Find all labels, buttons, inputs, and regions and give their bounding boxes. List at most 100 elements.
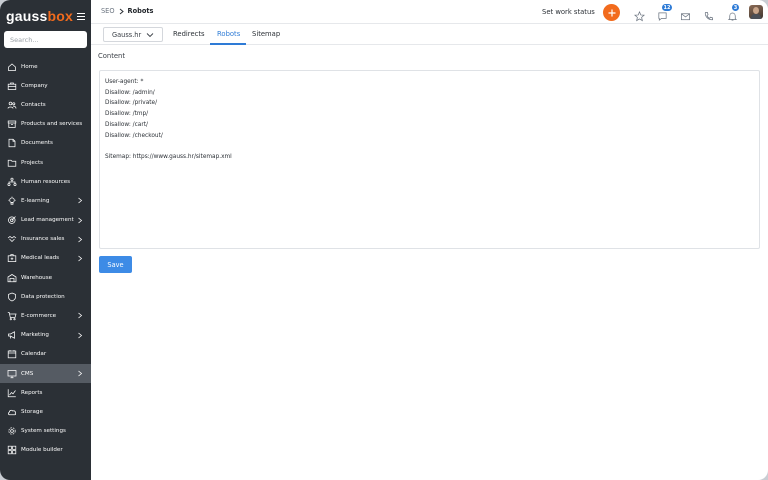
sidebar-item-label: Company — [21, 82, 48, 89]
sidebar-item-home[interactable]: Home — [0, 57, 91, 76]
sidebar-item-label: Storage — [21, 408, 43, 415]
sidebar-nav: Home Company Contacts Products and services… — [0, 57, 91, 460]
content-label: Content — [98, 52, 126, 60]
chart-line-icon — [7, 388, 17, 398]
sidebar-item-label: Lead management — [21, 217, 74, 224]
lightbulb-icon — [7, 196, 17, 206]
breadcrumb-parent[interactable]: SEO — [101, 7, 115, 15]
site-select[interactable]: Gauss.hr — [103, 27, 163, 42]
sidebar-item-label: Home — [21, 63, 38, 70]
tab-sitemap[interactable]: Sitemap — [252, 30, 280, 38]
calendar-icon — [7, 349, 17, 359]
chevron-down-icon — [146, 33, 154, 38]
chevron-right-icon[interactable] — [77, 197, 83, 204]
sidebar-item-label: Products and services — [21, 121, 83, 128]
breadcrumb-current: Robots — [127, 7, 154, 15]
sidebar-item-calendar[interactable]: Calendar — [0, 345, 91, 364]
sidebar-item-reports[interactable]: Reports — [0, 383, 91, 402]
sidebar-item-label: Projects — [21, 159, 44, 166]
sidebar-item-label: Insurance sales — [21, 236, 65, 243]
sidebar-item-warehouse[interactable]: Warehouse — [0, 268, 91, 287]
sidebar-item-marketing[interactable]: Marketing — [0, 326, 91, 345]
sidebar-item-e-commerce[interactable]: E-commerce — [0, 306, 91, 325]
sidebar-item-module-builder[interactable]: Module builder — [0, 441, 91, 460]
sidebar-item-documents[interactable]: Documents — [0, 134, 91, 153]
sidebar-item-system-settings[interactable]: System settings — [0, 422, 91, 441]
sidebar-item-medical-leads[interactable]: Medical leads — [0, 249, 91, 268]
sidebar-item-label: Warehouse — [21, 274, 53, 281]
logo-accent: box — [47, 8, 73, 24]
sidebar-item-projects[interactable]: Projects — [0, 153, 91, 172]
sidebar-item-label: Calendar — [21, 351, 47, 358]
tab-robots[interactable]: Robots — [217, 30, 240, 38]
menu-toggle-icon[interactable] — [77, 13, 85, 21]
cart-icon — [7, 311, 17, 321]
megaphone-icon — [7, 330, 17, 340]
save-button[interactable]: Save — [99, 256, 132, 273]
folder-icon — [7, 158, 17, 168]
sidebar-item-label: System settings — [21, 428, 66, 435]
breadcrumb: SEO Robots — [101, 7, 153, 15]
star-icon[interactable] — [634, 7, 645, 22]
handshake-icon — [7, 234, 17, 244]
module-icon — [7, 445, 17, 455]
sidebar-item-insurance-sales[interactable]: Insurance sales — [0, 230, 91, 249]
chevron-right-icon[interactable] — [77, 332, 83, 339]
sidebar-item-label: Human resources — [21, 178, 71, 185]
sidebar-item-label: Data protection — [21, 293, 65, 300]
sidebar-item-storage[interactable]: Storage — [0, 402, 91, 421]
shield-icon — [7, 292, 17, 302]
chevron-right-icon[interactable] — [77, 370, 83, 377]
app-window: gaussbox Home Company Contacts Products and… — [0, 0, 768, 480]
sidebar-item-data-protection[interactable]: Data protection — [0, 287, 91, 306]
work-status-button[interactable]: Set work status — [542, 8, 595, 16]
mail-icon[interactable] — [680, 7, 691, 21]
sidebar-item-label: E-learning — [21, 197, 50, 204]
add-button[interactable] — [603, 4, 620, 21]
warehouse-icon — [7, 273, 17, 283]
sidebar-item-label: E-commerce — [21, 313, 57, 320]
box-icon — [7, 119, 17, 129]
sidebar-item-products-and-services[interactable]: Products and services — [0, 115, 91, 134]
sidebar-item-lead-management[interactable]: Lead management — [0, 211, 91, 230]
chevron-right-icon[interactable] — [77, 217, 83, 224]
target-icon — [7, 215, 17, 225]
tab-redirects[interactable]: Redirects — [173, 30, 205, 38]
robots-content-editor[interactable] — [99, 70, 760, 249]
document-icon — [7, 138, 17, 148]
plus-icon — [608, 9, 615, 16]
sidebar-item-label: Module builder — [21, 447, 63, 454]
notifications-badge: 3 — [731, 3, 740, 12]
search-input[interactable] — [4, 31, 87, 48]
people-icon — [7, 100, 17, 110]
sidebar-item-company[interactable]: Company — [0, 76, 91, 95]
avatar[interactable] — [749, 5, 763, 19]
sidebar-item-label: Medical leads — [21, 255, 60, 262]
sub-tab-bar: Gauss.hr Redirects Robots Sitemap — [91, 24, 768, 45]
chevron-right-icon[interactable] — [77, 255, 83, 262]
messages-badge: 12 — [661, 3, 673, 12]
cloud-icon — [7, 407, 17, 417]
chevron-right-icon — [119, 8, 124, 14]
sidebar-item-contacts[interactable]: Contacts — [0, 95, 91, 114]
top-bar: SEO Robots Set work status 12 3 — [91, 0, 768, 24]
logo-main: gauss — [6, 8, 48, 24]
home-icon — [7, 62, 17, 72]
sidebar-item-human-resources[interactable]: Human resources — [0, 172, 91, 191]
chevron-right-icon[interactable] — [77, 312, 83, 319]
site-select-value: Gauss.hr — [112, 30, 142, 39]
sidebar-item-cms[interactable]: CMS — [0, 364, 91, 384]
briefcase-icon — [7, 81, 17, 91]
org-chart-icon — [7, 177, 17, 187]
sidebar-item-label: Contacts — [21, 101, 46, 108]
monitor-icon — [7, 369, 17, 379]
gear-icon — [7, 426, 17, 436]
logo[interactable]: gaussbox — [6, 8, 73, 24]
phone-icon[interactable] — [703, 7, 714, 21]
sidebar-item-label: CMS — [21, 370, 34, 377]
sidebar-item-e-learning[interactable]: E-learning — [0, 191, 91, 210]
sidebar-item-label: Marketing — [21, 332, 49, 339]
chevron-right-icon[interactable] — [77, 236, 83, 243]
sidebar-item-label: Documents — [21, 140, 53, 147]
sidebar-item-label: Reports — [21, 389, 43, 396]
